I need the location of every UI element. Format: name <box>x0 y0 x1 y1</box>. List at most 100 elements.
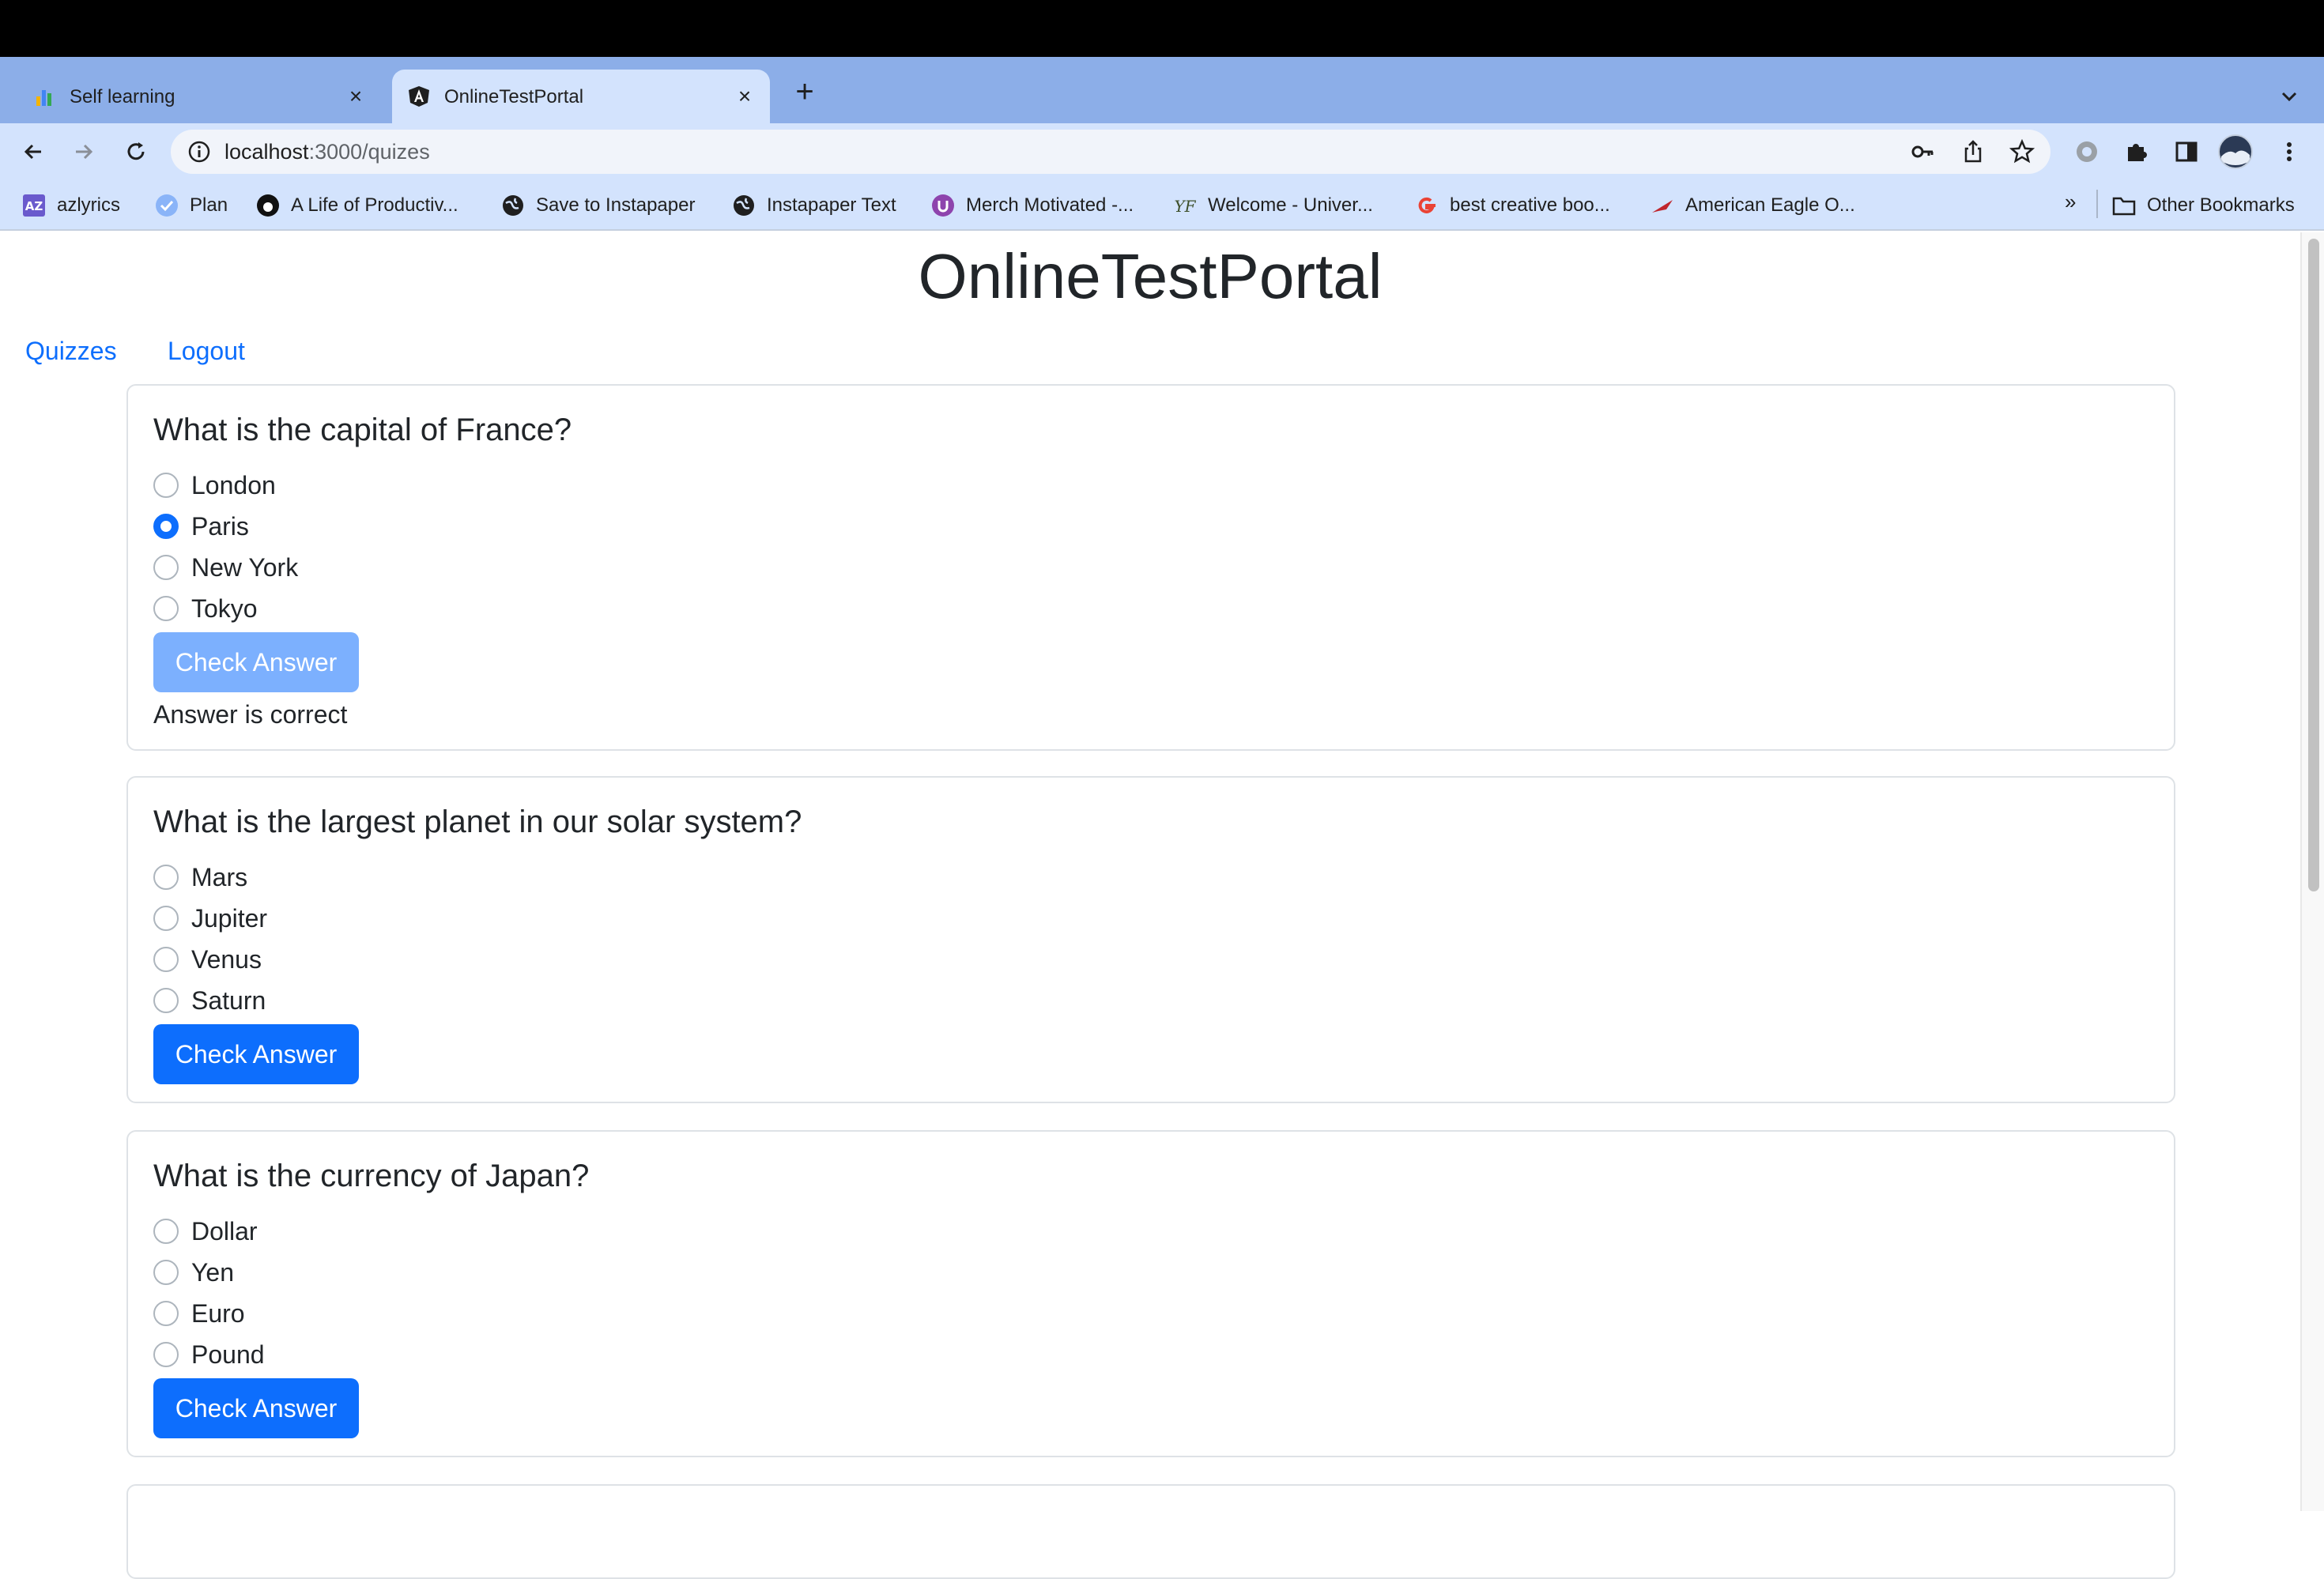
option-label: Pound <box>191 1340 265 1369</box>
option-venus[interactable]: Venus <box>153 944 262 975</box>
tab-self-learning[interactable]: Self learning × <box>17 70 381 123</box>
option-label: Paris <box>191 511 249 541</box>
option-dollar[interactable]: Dollar <box>153 1215 258 1247</box>
bookmark-label: Save to Instapaper <box>536 194 696 216</box>
option-pound[interactable]: Pound <box>153 1339 265 1370</box>
radio-button[interactable] <box>153 1301 179 1326</box>
forward-icon[interactable] <box>66 134 101 169</box>
avatar[interactable] <box>2218 134 2253 169</box>
option-label: Euro <box>191 1298 245 1328</box>
option-label: Tokyo <box>191 594 258 623</box>
bookmark-american-eagle[interactable]: American Eagle O... <box>1651 191 1855 220</box>
close-icon[interactable]: × <box>343 84 368 109</box>
radio-button[interactable] <box>153 1219 179 1244</box>
check-answer-button[interactable]: Check Answer <box>153 632 359 692</box>
bookmark-label: Plan <box>190 194 228 216</box>
radio-button[interactable] <box>153 988 179 1013</box>
check-icon <box>155 194 179 217</box>
bookmark-welcome-univer[interactable]: YF Welcome - Univer... <box>1173 191 1373 220</box>
merch-icon <box>931 194 955 217</box>
folder-icon <box>2112 194 2136 217</box>
radio-button[interactable] <box>153 473 179 498</box>
scrollbar[interactable] <box>2300 232 2324 1511</box>
option-london[interactable]: London <box>153 469 276 501</box>
url-host: localhost <box>224 140 309 164</box>
key-icon[interactable] <box>1910 139 1935 164</box>
bookmark-label: Other Bookmarks <box>2147 194 2295 216</box>
nav-link-quizzes[interactable]: Quizzes <box>25 337 117 366</box>
circle-icon <box>256 194 280 217</box>
gear-icon[interactable] <box>2069 134 2104 169</box>
radio-button-checked[interactable] <box>153 514 179 539</box>
tab-title: Self learning <box>70 86 175 107</box>
extensions-icon[interactable] <box>2118 134 2153 169</box>
url-path: :3000/quizes <box>308 140 430 164</box>
radio-button[interactable] <box>153 1260 179 1285</box>
bookmark-plan[interactable]: Plan <box>155 191 228 220</box>
radio-button[interactable] <box>153 906 179 931</box>
radio-button[interactable] <box>153 865 179 890</box>
bookmarks-bar: AZ azlyrics Plan A Life of Productiv... … <box>0 180 2324 231</box>
star-icon[interactable] <box>2009 139 2035 164</box>
close-icon[interactable]: × <box>732 84 757 109</box>
side-panel-icon[interactable] <box>2169 134 2204 169</box>
bookmark-best-creative[interactable]: best creative boo... <box>1415 191 1610 220</box>
option-label: New York <box>191 552 299 582</box>
option-label: Jupiter <box>191 903 268 933</box>
radio-button[interactable] <box>153 947 179 972</box>
info-icon[interactable] <box>187 139 212 164</box>
tab-online-test-portal[interactable]: OnlineTestPortal × <box>392 70 770 123</box>
url-text[interactable]: localhost:3000/quizes <box>224 140 430 164</box>
bookmark-azlyrics[interactable]: AZ azlyrics <box>22 191 120 220</box>
new-tab-button[interactable]: + <box>789 76 821 107</box>
reload-icon[interactable] <box>119 134 153 169</box>
option-euro[interactable]: Euro <box>153 1298 245 1329</box>
nav-link-logout[interactable]: Logout <box>168 337 245 366</box>
radio-button[interactable] <box>153 596 179 621</box>
option-tokyo[interactable]: Tokyo <box>153 593 258 624</box>
option-new-york[interactable]: New York <box>153 552 298 583</box>
option-label: Venus <box>191 944 262 974</box>
check-answer-button[interactable]: Check Answer <box>153 1378 359 1438</box>
option-label: Saturn <box>191 985 266 1015</box>
check-answer-button[interactable]: Check Answer <box>153 1024 359 1084</box>
bookmark-save-to-instapaper[interactable]: Save to Instapaper <box>501 191 695 220</box>
google-icon <box>1415 194 1439 217</box>
option-label: Mars <box>191 862 248 891</box>
more-menu-icon[interactable] <box>2272 134 2307 169</box>
browser-toolbar: localhost:3000/quizes <box>0 123 2324 180</box>
az-icon: AZ <box>22 194 46 217</box>
bookmark-label: Instapaper Text <box>767 194 896 216</box>
bookmark-other-bookmarks[interactable]: Other Bookmarks <box>2112 191 2295 220</box>
radio-button[interactable] <box>153 555 179 580</box>
bookmark-merch-motivated[interactable]: Merch Motivated -... <box>931 191 1134 220</box>
back-icon[interactable] <box>16 134 51 169</box>
radio-button[interactable] <box>153 1342 179 1367</box>
option-saturn[interactable]: Saturn <box>153 985 266 1016</box>
option-mars[interactable]: Mars <box>153 861 247 893</box>
option-paris[interactable]: Paris <box>153 511 249 542</box>
bookmark-life-of-productivity[interactable]: A Life of Productiv... <box>256 191 458 220</box>
globe-icon <box>501 194 525 217</box>
question-card: What is the capital of France? London Pa… <box>126 384 2175 751</box>
screen-top-bar <box>0 0 2324 57</box>
bookmark-label: azlyrics <box>57 194 121 216</box>
angular-icon <box>408 85 430 107</box>
address-bar[interactable]: localhost:3000/quizes <box>171 130 2050 174</box>
bookmarks-overflow-button[interactable]: » <box>2065 190 2076 214</box>
bookmarks-divider <box>2096 190 2098 218</box>
scrollbar-thumb[interactable] <box>2308 239 2319 891</box>
option-jupiter[interactable]: Jupiter <box>153 903 267 934</box>
option-yen[interactable]: Yen <box>153 1257 234 1288</box>
chevron-down-icon[interactable] <box>2273 81 2305 112</box>
option-label: Dollar <box>191 1216 258 1245</box>
bookmark-label: A Life of Productiv... <box>291 194 458 216</box>
bookmark-instapaper-text[interactable]: Instapaper Text <box>732 191 896 220</box>
bookmark-label: Welcome - Univer... <box>1208 194 1373 216</box>
share-icon[interactable] <box>1960 139 1986 164</box>
uf-icon: YF <box>1173 194 1197 217</box>
question-text: What is the largest planet in our solar … <box>153 805 802 839</box>
option-label: Yen <box>191 1257 234 1287</box>
question-card <box>126 1484 2175 1579</box>
bookmark-label: American Eagle O... <box>1685 194 1855 216</box>
